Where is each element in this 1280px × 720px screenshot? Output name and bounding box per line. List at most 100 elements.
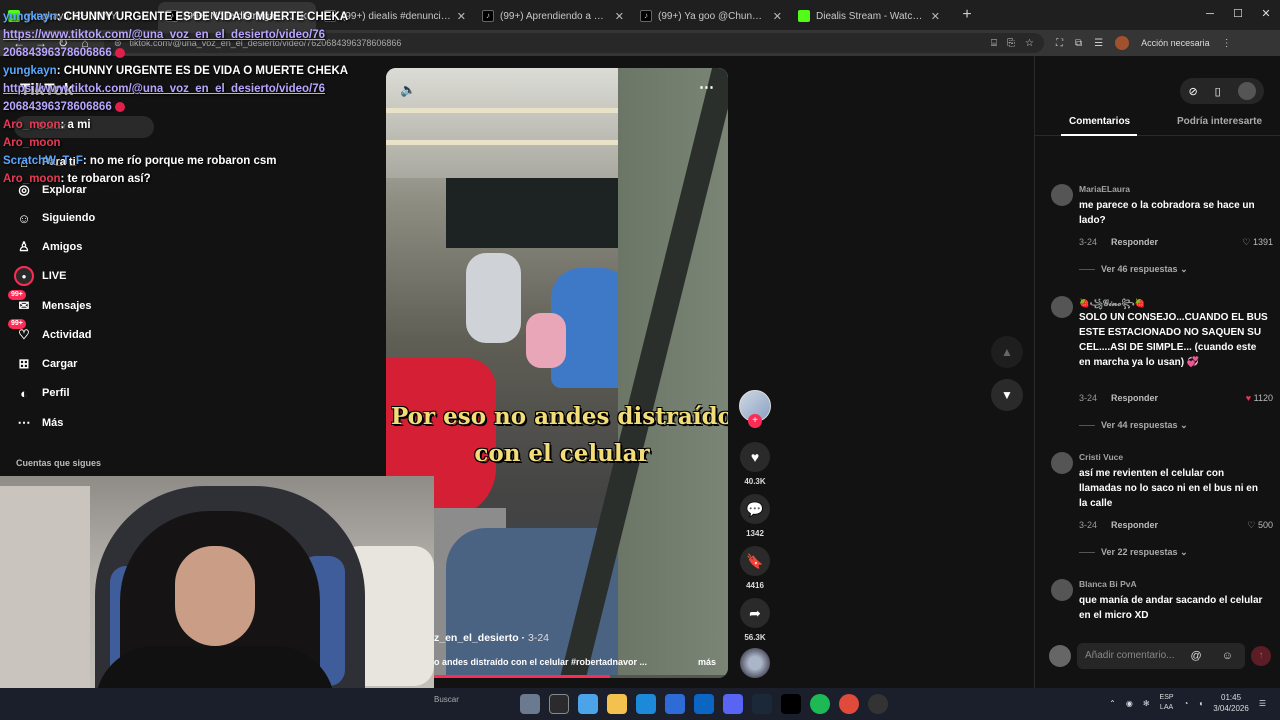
mention-icon[interactable]: @ (1191, 650, 1202, 662)
extensions-icon[interactable]: ⧉ (1075, 38, 1082, 49)
language-indicator[interactable]: ESP LAA (1160, 693, 1174, 713)
action-needed-button[interactable]: Acción necesaria (1141, 38, 1210, 48)
reading-list-icon[interactable]: ☰ (1094, 38, 1103, 49)
comment-button[interactable]: 💬 1342 (738, 494, 772, 538)
previous-video-button[interactable]: ▲ (991, 336, 1023, 368)
emoji-icon[interactable]: ☺ (1222, 650, 1233, 662)
user-avatar[interactable] (1237, 82, 1256, 100)
notifications-icon[interactable]: ☰ (1259, 699, 1266, 708)
follow-plus-icon[interactable]: + (748, 414, 762, 428)
video-author[interactable]: z_en_el_desierto · 3-24 (434, 632, 549, 644)
author-avatar-button[interactable]: + (738, 390, 772, 428)
device-icon[interactable]: ▯ (1215, 85, 1221, 98)
sidebar-item-live[interactable]: ● LIVE (14, 266, 66, 286)
chat-link[interactable]: https://www.tiktok.com/@una_voz_en_el_de… (3, 26, 373, 44)
commenter-name[interactable]: Blanca Bi PvA (1079, 579, 1137, 589)
comment-like-button[interactable]: ♥ 1120 (1246, 393, 1273, 403)
video-progress-bar[interactable] (434, 675, 728, 678)
video-player[interactable]: Por eso no andes distraído con el celula… (386, 68, 728, 678)
reply-button[interactable]: Responder (1111, 393, 1158, 403)
taskbar-search[interactable]: Buscar (434, 695, 514, 713)
like-button[interactable]: ♥ 40.3K (738, 442, 772, 486)
spotify-icon[interactable] (810, 694, 830, 714)
commenter-avatar[interactable] (1051, 452, 1073, 474)
comment-like-button[interactable]: ♡ 500 (1247, 520, 1273, 531)
store-icon[interactable] (665, 694, 685, 714)
sidebar-item-actividad[interactable]: ♡ 99+ Actividad (8, 319, 92, 345)
heart-icon[interactable]: ♥ (740, 442, 770, 472)
chat-link[interactable]: https://www.tiktok.com/@una_voz_en_el_de… (3, 80, 373, 98)
bookmark-star-icon[interactable]: ☆ (1025, 38, 1034, 49)
commenter-avatar[interactable] (1051, 296, 1073, 318)
save-button[interactable]: 🔖 4416 (738, 546, 772, 590)
view-replies-button[interactable]: Ver 22 respuestas ⌄ (1079, 547, 1188, 558)
minimize-icon[interactable]: ─ (1196, 0, 1224, 28)
network-icon[interactable]: ◉ (1126, 699, 1133, 708)
bluetooth-icon[interactable]: ✻ (1143, 699, 1150, 708)
commenter-avatar[interactable] (1051, 579, 1073, 601)
video-username[interactable]: z_en_el_desierto (434, 632, 519, 644)
close-tab-icon[interactable]: ✕ (773, 10, 782, 23)
new-tab-button[interactable]: + (956, 5, 978, 27)
system-tray: ⌃ ◉ ✻ ESP LAA ◔ ◖ 01:45 3/04/2026 ☰ (1109, 692, 1266, 714)
sidebar-item-perfil[interactable]: ◐ Perfil (14, 383, 69, 403)
commenter-avatar[interactable] (1051, 184, 1073, 206)
next-video-button[interactable]: ▼ (991, 379, 1023, 411)
screenshot-icon[interactable]: ⛶ (1056, 38, 1063, 49)
outlook-icon[interactable] (694, 694, 714, 714)
comment-icon[interactable]: 💬 (740, 494, 770, 524)
obs-icon[interactable] (868, 694, 888, 714)
volume-icon[interactable]: 🔈 (400, 82, 416, 98)
sidebar-item-cargar[interactable]: ⊞ Cargar (14, 354, 78, 374)
discord-icon[interactable] (723, 694, 743, 714)
task-view-icon[interactable] (549, 694, 569, 714)
view-replies-button[interactable]: Ver 46 respuestas ⌄ (1079, 264, 1188, 275)
chrome-icon[interactable] (839, 694, 859, 714)
chevron-up-icon[interactable]: ⌃ (1109, 699, 1116, 708)
tab-podria-interesarte[interactable]: Podría interesarte (1177, 116, 1262, 127)
close-tab-icon[interactable]: ✕ (931, 10, 940, 23)
reply-button[interactable]: Responder (1111, 237, 1158, 247)
tab-comentarios[interactable]: Comentarios (1069, 116, 1130, 127)
browser-tab[interactable]: ♪ (99+) Aprendiendo a manejar c ✕ (474, 2, 632, 30)
more-options-icon[interactable]: ⋯ (699, 78, 714, 96)
comment-text: así me revienten el celular con llamadas… (1079, 468, 1258, 509)
music-disc-icon[interactable] (740, 648, 770, 678)
close-window-icon[interactable]: ✕ (1252, 0, 1280, 28)
menu-dots-icon[interactable]: ⋮ (1222, 38, 1232, 49)
sidebar-item-siguiendo[interactable]: ☺ Siguiendo (14, 208, 95, 228)
see-more-link[interactable]: más (698, 657, 716, 667)
sidebar-item-mensajes[interactable]: ✉ 99+ Mensajes (8, 290, 92, 316)
edge-icon[interactable] (636, 694, 656, 714)
volume-icon[interactable]: ◖ (1198, 699, 1203, 708)
close-tab-icon[interactable]: ✕ (457, 10, 466, 23)
install-icon[interactable]: ⎘ (1007, 38, 1015, 49)
commenter-name[interactable]: Cristi Vuce (1079, 452, 1123, 462)
commenter-name[interactable]: MariaELaura (1079, 184, 1130, 194)
reply-button[interactable]: Responder (1111, 520, 1158, 530)
browser-tab[interactable]: ♪ (99+) Ya goo @Chunny_sg 😊 ? ✕ (632, 2, 790, 30)
send-comment-button[interactable]: ↑ (1251, 646, 1271, 666)
clock[interactable]: 01:45 3/04/2026 (1213, 692, 1249, 714)
sidebar-item-amigos[interactable]: ♙ Amigos (14, 237, 82, 257)
comment-like-button[interactable]: ♡ 1391 (1242, 237, 1273, 248)
capcut-icon[interactable] (781, 694, 801, 714)
wifi-icon[interactable]: ◔ (1184, 699, 1189, 708)
sidebar-item-mas[interactable]: ⋯ Más (14, 413, 64, 433)
comment-input[interactable]: Añadir comentario... @ ☺ (1077, 643, 1245, 669)
file-explorer-icon[interactable] (607, 694, 627, 714)
profile-avatar[interactable] (1115, 36, 1130, 50)
copilot-icon[interactable] (578, 694, 598, 714)
steam-icon[interactable] (752, 694, 772, 714)
translate-icon[interactable]: ⌸ (991, 38, 997, 49)
maximize-icon[interactable]: ☐ (1224, 0, 1252, 28)
share-button[interactable]: ➦ 56.3K (738, 598, 772, 642)
music-disc-button[interactable] (738, 648, 772, 678)
widgets-icon[interactable] (520, 694, 540, 714)
browser-tab[interactable]: Diealis Stream - Watch Live on ✕ (790, 2, 948, 30)
share-icon[interactable]: ➦ (740, 598, 770, 628)
view-replies-button[interactable]: Ver 44 respuestas ⌄ (1079, 420, 1188, 431)
close-tab-icon[interactable]: ✕ (615, 10, 624, 23)
bookmark-icon[interactable]: 🔖 (740, 546, 770, 576)
coin-icon[interactable]: ⊘ (1188, 85, 1197, 98)
